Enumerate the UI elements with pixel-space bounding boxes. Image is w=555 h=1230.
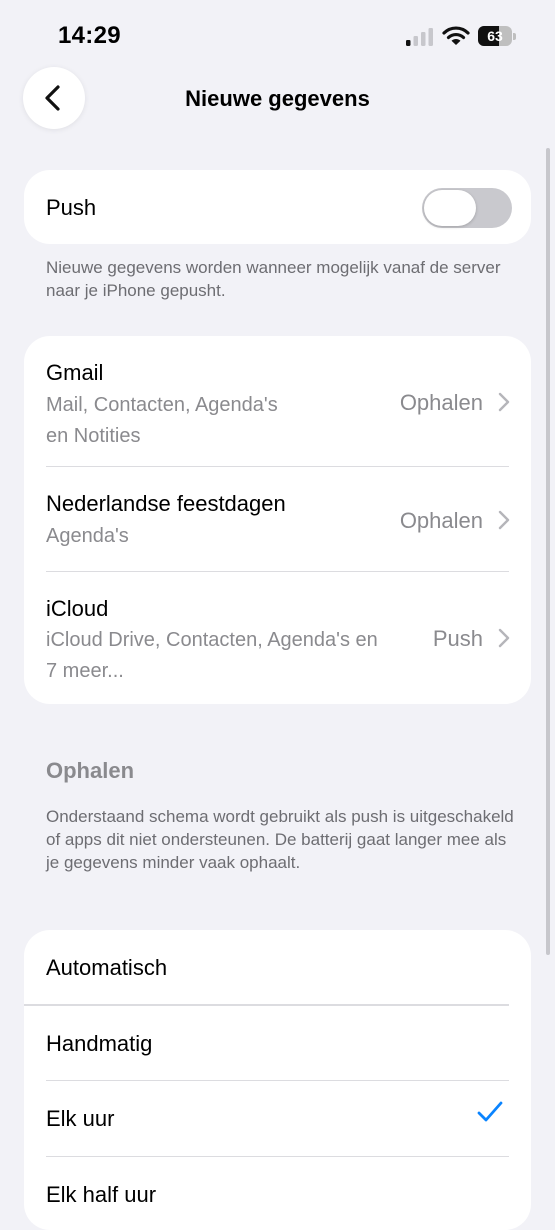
fetch-footnote: Onderstaand schema wordt gebruikt als pu…	[46, 807, 514, 872]
checkmark-icon	[477, 1101, 503, 1122]
wifi-icon	[442, 26, 470, 45]
fetch-option-automatisch[interactable]: Automatisch	[24, 930, 531, 1004]
page-title: Nieuwe gegevens	[185, 86, 370, 111]
chevron-right-icon	[498, 392, 510, 412]
account-row-gmail[interactable]: Gmail Mail, Contacten, Agenda's en Notit…	[24, 336, 531, 466]
fetch-option-label: Elk half uur	[46, 1182, 157, 1207]
fetch-option-elk-half-uur[interactable]: Elk half uur	[24, 1157, 531, 1230]
push-footnote: Nieuwe gegevens worden wanneer mogelijk …	[46, 258, 501, 300]
battery-label: 63	[487, 28, 503, 44]
battery-icon: 63	[478, 26, 516, 46]
account-name: Nederlandse feestdagen	[46, 491, 286, 516]
account-name: Gmail	[46, 360, 104, 385]
account-services: Agenda's	[46, 525, 129, 547]
scrollbar[interactable]	[546, 148, 550, 955]
toggle-knob	[424, 190, 476, 226]
account-row-nederlandse-feestdagen[interactable]: Nederlandse feestdagen Agenda's Ophalen	[24, 467, 531, 571]
fetch-section-header: Ophalen	[46, 758, 135, 783]
fetch-option-label: Handmatig	[46, 1031, 153, 1056]
fetch-option-elk-uur[interactable]: Elk uur	[24, 1081, 531, 1156]
fetch-option-handmatig[interactable]: Handmatig	[24, 1006, 531, 1080]
account-name: iCloud	[46, 596, 109, 621]
fetch-schedule-card: Automatisch Handmatig Elk uur Elk half u…	[24, 930, 531, 1230]
account-services: Mail, Contacten, Agenda's en Notities	[46, 394, 278, 447]
push-card: Push	[24, 170, 531, 244]
status-bar: 14:29 63	[0, 0, 555, 70]
chevron-right-icon	[498, 628, 510, 648]
account-fetch-mode: Push	[432, 626, 483, 651]
account-row-icloud[interactable]: iCloud iCloud Drive, Contacten, Agenda's…	[24, 572, 531, 704]
fetch-option-label: Elk uur	[46, 1106, 115, 1131]
push-label: Push	[46, 195, 97, 220]
account-services: iCloud Drive, Contacten, Agenda's en 7 m…	[46, 629, 378, 682]
accounts-card: Gmail Mail, Contacten, Agenda's en Notit…	[24, 336, 531, 704]
push-toggle[interactable]	[422, 188, 512, 228]
status-time: 14:29	[58, 22, 121, 49]
account-fetch-mode: Ophalen	[399, 390, 483, 415]
fetch-option-label: Automatisch	[46, 955, 168, 980]
cellular-signal-icon	[406, 28, 433, 46]
chevron-right-icon	[498, 510, 510, 530]
account-fetch-mode: Ophalen	[399, 508, 483, 533]
